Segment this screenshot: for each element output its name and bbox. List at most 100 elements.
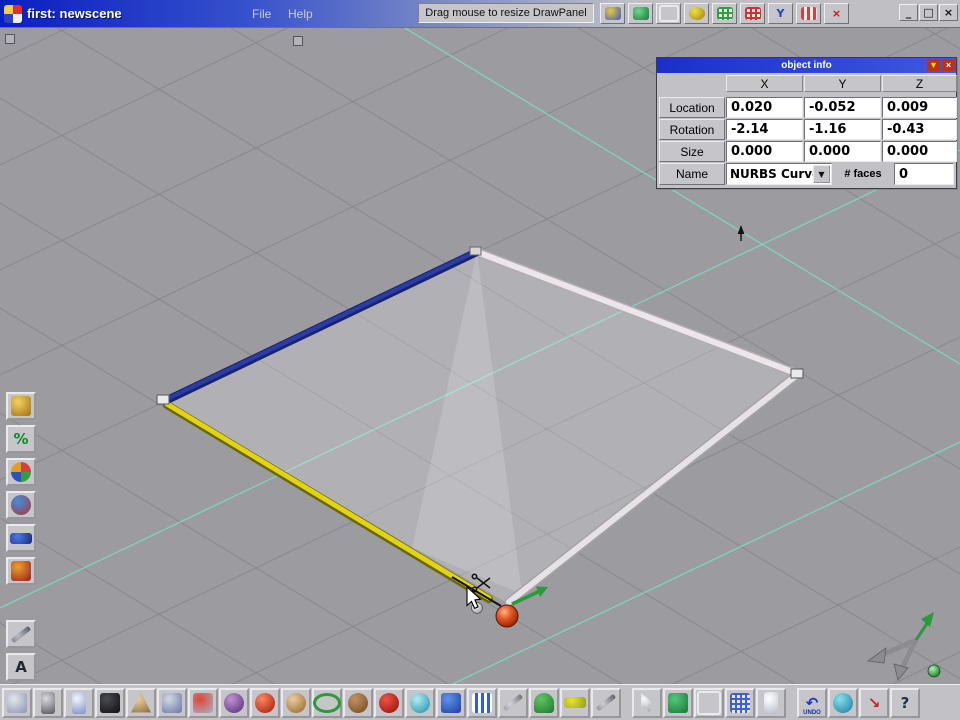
lights-icon[interactable]: [684, 3, 709, 24]
panel-close-icon[interactable]: ×: [942, 59, 955, 71]
redo-arrow-tool[interactable]: ↘: [859, 687, 889, 718]
grid-tool[interactable]: [725, 687, 755, 718]
size-z-field[interactable]: 0.000: [882, 141, 957, 162]
redo-arrow-tool-glyph: ↘: [867, 693, 881, 712]
menu-help[interactable]: Help: [288, 7, 313, 21]
object-info-panel: object info ▼ × X Y Z Location 0.020 -0.…: [656, 57, 957, 189]
size-y-field[interactable]: 0.000: [804, 141, 881, 162]
window-title: first: newscene: [27, 6, 122, 21]
table-red-icon[interactable]: [740, 3, 765, 24]
spheres-icon[interactable]: [6, 458, 36, 486]
nurbs-patch[interactable]: [156, 246, 804, 607]
scene-view-icon[interactable]: [600, 3, 625, 24]
plum-sphere-tool[interactable]: [219, 687, 249, 718]
trash-tool-glyph: [41, 691, 55, 714]
beachball-tool-glyph: [472, 692, 492, 713]
rotation-y-field[interactable]: -1.16: [804, 119, 881, 140]
app-icon: [4, 5, 22, 23]
control-sphere[interactable]: [495, 604, 519, 628]
panel-handle-left[interactable]: [5, 34, 15, 44]
rotation-x-field[interactable]: -2.14: [726, 119, 803, 140]
magnet-tool[interactable]: [188, 687, 218, 718]
panel-shade-icon[interactable]: ▼: [927, 59, 940, 71]
globe-tool[interactable]: [828, 687, 858, 718]
location-x-field[interactable]: 0.020: [726, 97, 803, 118]
knife-tool[interactable]: [591, 687, 621, 718]
ring-tool[interactable]: [312, 687, 342, 718]
oi-corner-cell: [659, 75, 725, 92]
cone-tool[interactable]: [126, 687, 156, 718]
apple-tool[interactable]: [374, 687, 404, 718]
window-buttons: _ □ ×: [899, 4, 958, 21]
y-axis-icon-glyph: Y: [776, 7, 785, 20]
photo-icon[interactable]: [6, 557, 36, 585]
row-label-location[interactable]: Location: [659, 97, 725, 118]
delete-icon[interactable]: ×: [824, 3, 849, 24]
y-axis-icon[interactable]: Y: [768, 3, 793, 24]
dropdown-arrow-icon[interactable]: [813, 165, 830, 183]
font-icon[interactable]: A: [6, 653, 36, 681]
cubes-tool-glyph: [100, 692, 120, 713]
axis-gizmo[interactable]: [866, 612, 941, 681]
car-icon[interactable]: [6, 524, 36, 552]
row-label-size[interactable]: Size: [659, 141, 725, 162]
close-button[interactable]: ×: [939, 4, 958, 21]
texture-icon[interactable]: [6, 392, 36, 420]
corner-handle-top[interactable]: [469, 246, 482, 256]
row-label-rotation[interactable]: Rotation: [659, 119, 725, 140]
panel-tool[interactable]: [157, 687, 187, 718]
net-sphere-tool[interactable]: [405, 687, 435, 718]
cubes-tool[interactable]: [95, 687, 125, 718]
planet-icon[interactable]: [6, 491, 36, 519]
grid-tool-glyph: [730, 692, 750, 713]
knife-tool-glyph: [595, 693, 617, 712]
wire-cube-tool[interactable]: [694, 687, 724, 718]
object-name-dropdown[interactable]: NURBS Curve,: [726, 163, 832, 185]
checker-icon[interactable]: [796, 3, 821, 24]
wire-cube-tool-glyph: [697, 690, 721, 715]
wire-view-icon[interactable]: [656, 3, 681, 24]
red-sphere-tool[interactable]: [250, 687, 280, 718]
panel-handle-mid[interactable]: [293, 36, 303, 46]
select-arrow-tool[interactable]: [632, 687, 662, 718]
lights-icon-glyph: [688, 7, 705, 20]
location-y-field[interactable]: -0.052: [804, 97, 881, 118]
location-z-field[interactable]: 0.009: [882, 97, 957, 118]
document-tool[interactable]: [756, 687, 786, 718]
minimize-button[interactable]: _: [899, 4, 918, 21]
percent-icon[interactable]: %: [6, 425, 36, 453]
checker-icon-glyph: [800, 7, 817, 20]
corner-handle-left[interactable]: [156, 394, 170, 405]
maximize-button[interactable]: □: [919, 4, 938, 21]
blob-tool[interactable]: [343, 687, 373, 718]
paint-jar-tool[interactable]: [64, 687, 94, 718]
size-x-field[interactable]: 0.000: [726, 141, 803, 162]
help-tool[interactable]: ?: [890, 687, 920, 718]
dome-tool[interactable]: [529, 687, 559, 718]
corner-handle-right[interactable]: [790, 368, 804, 379]
trash-tool[interactable]: [33, 687, 63, 718]
solids-view-icon[interactable]: [628, 3, 653, 24]
undo-tool[interactable]: ↶ UNDO: [797, 687, 827, 718]
ruler-tool[interactable]: [560, 687, 590, 718]
row-label-name[interactable]: Name: [659, 163, 725, 185]
cloth-tool-glyph: [441, 692, 461, 713]
faces-label: # faces: [844, 168, 882, 180]
eraser-tool[interactable]: [2, 687, 32, 718]
dome-tool-glyph: [534, 692, 554, 713]
rotation-z-field[interactable]: -0.43: [882, 119, 957, 140]
photo-icon-glyph: [11, 561, 31, 581]
green-cube-tool[interactable]: [663, 687, 693, 718]
object-info-titlebar[interactable]: object info ▼ ×: [657, 58, 956, 73]
table-green-icon[interactable]: [712, 3, 737, 24]
titlebar-toolbar: Y ×: [600, 3, 849, 24]
ruler-tool-glyph: [564, 697, 586, 708]
beachball-tool[interactable]: [467, 687, 497, 718]
pin-tool[interactable]: [498, 687, 528, 718]
menu-file[interactable]: File: [252, 7, 271, 21]
percent-icon-glyph: %: [13, 430, 29, 448]
cloth-tool[interactable]: [436, 687, 466, 718]
faces-count-field[interactable]: 0: [894, 163, 954, 185]
wrench-icon[interactable]: [6, 620, 36, 648]
torus-tool[interactable]: [281, 687, 311, 718]
